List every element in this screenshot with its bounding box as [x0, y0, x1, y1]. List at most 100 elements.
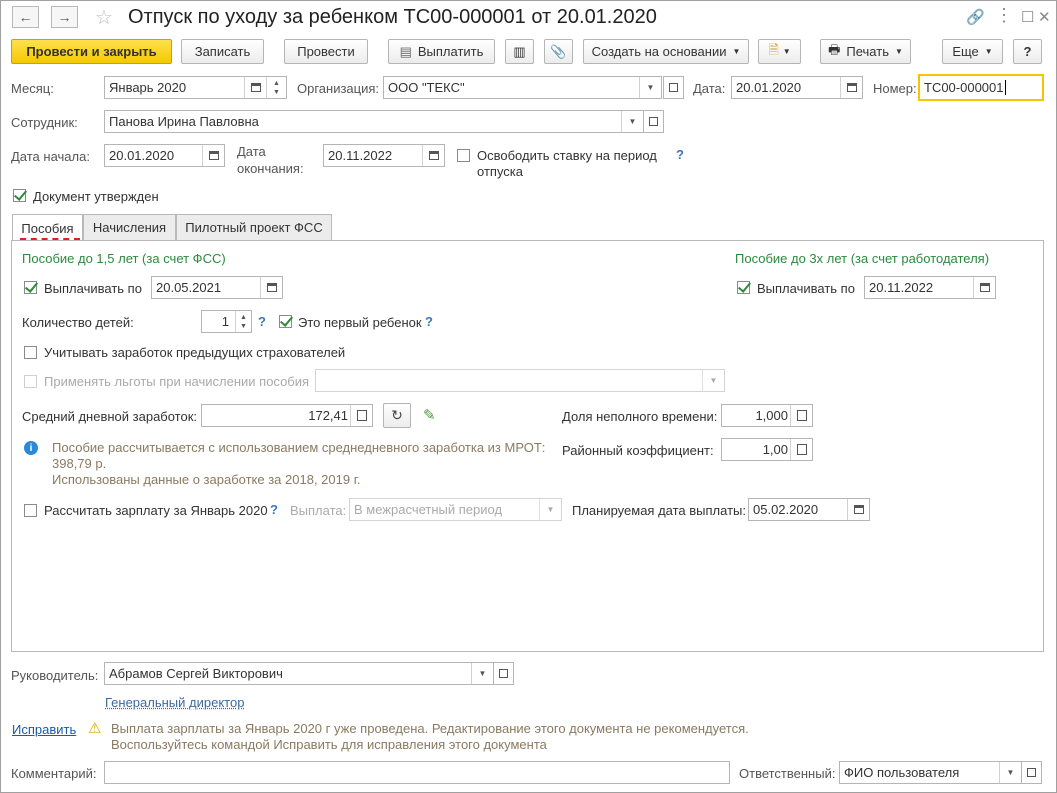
calendar-button[interactable]	[422, 145, 444, 166]
refresh-icon: ↻	[391, 407, 403, 423]
help-icon[interactable]: ?	[270, 502, 278, 517]
tab-benefits[interactable]: Пособия	[12, 214, 83, 241]
org-field[interactable]: ООО "ТЕКС" ▼	[383, 76, 662, 99]
post-button[interactable]: Провести	[284, 39, 368, 64]
refresh-button[interactable]: ↻	[383, 403, 411, 428]
post-and-close-button[interactable]: Провести и закрыть	[11, 39, 172, 64]
pencil-icon[interactable]: ✎	[423, 406, 436, 424]
avg-earnings-field[interactable]: 172,41	[201, 404, 373, 427]
help-button[interactable]: ?	[1013, 39, 1042, 64]
close-icon[interactable]: ✕	[1038, 8, 1051, 26]
employee-open-button[interactable]	[643, 110, 664, 133]
create-based-on-button[interactable]: Создать на основании ▼	[583, 39, 749, 64]
children-count-field[interactable]: 1 ▲ ▼	[201, 310, 252, 333]
privileges-checkbox[interactable]	[24, 375, 37, 388]
payout-label: Выплата:	[290, 503, 347, 518]
responsible-open-button[interactable]	[1021, 761, 1042, 784]
approved-label: Документ утвержден	[33, 189, 159, 204]
chevron-down-icon: ▼	[478, 669, 487, 678]
comment-field[interactable]	[104, 761, 730, 784]
pay-until-employer-field[interactable]: 20.11.2022	[864, 276, 996, 299]
end-date-field[interactable]: 20.11.2022	[323, 144, 445, 167]
pay-until-employer-label: Выплачивать по	[757, 281, 855, 296]
children-spin-button[interactable]: ▲ ▼	[235, 311, 251, 332]
pay-until-field[interactable]: 20.05.2021	[151, 276, 283, 299]
planned-date-field[interactable]: 05.02.2020	[748, 498, 870, 521]
dropdown-button[interactable]: ▼	[999, 762, 1021, 783]
maximize-icon[interactable]: ☐	[1021, 8, 1034, 26]
calculator-button[interactable]	[790, 405, 812, 426]
list-button[interactable]: ▥	[505, 39, 534, 64]
employer-heading: Пособие до 3х лет (за счет работодателя)	[735, 251, 990, 266]
employee-field[interactable]: Панова Ирина Павловна ▼	[104, 110, 644, 133]
save-button[interactable]: Записать	[181, 39, 264, 64]
manager-field[interactable]: Абрамов Сергей Викторович ▼	[104, 662, 494, 685]
chevron-down-icon: ▼	[546, 505, 555, 514]
attach-button[interactable]: 📎	[544, 39, 573, 64]
approved-checkbox[interactable]	[13, 189, 26, 202]
date-field[interactable]: 20.01.2020	[731, 76, 863, 99]
tab-fss-pilot[interactable]: Пилотный проект ФСС	[176, 214, 332, 240]
tab-accruals[interactable]: Начисления	[83, 214, 176, 240]
responsible-field[interactable]: ФИО пользователя ▼	[839, 761, 1022, 784]
calc-salary-checkbox[interactable]	[24, 504, 37, 517]
forward-button[interactable]: →	[51, 6, 78, 28]
dropdown-button[interactable]: ▼	[471, 663, 493, 684]
calendar-button[interactable]	[847, 499, 869, 520]
print-button[interactable]: 🖶 Печать ▼	[820, 39, 911, 64]
number-field[interactable]: ТС00-000001	[918, 74, 1044, 101]
avg-earnings-label: Средний дневной заработок:	[22, 409, 198, 424]
calculator-button[interactable]	[790, 439, 812, 460]
pay-until-checkbox[interactable]	[24, 281, 37, 294]
calculator-icon	[796, 410, 807, 421]
start-date-field[interactable]: 20.01.2020	[104, 144, 225, 167]
privileges-label: Применять льготы при начислении пособия	[44, 374, 310, 389]
more-button[interactable]: Еще ▼	[942, 39, 1003, 64]
manager-position-link[interactable]: Генеральный директор	[105, 695, 244, 710]
privileges-select[interactable]: ▼	[315, 369, 725, 392]
help-icon[interactable]: ?	[676, 147, 684, 162]
chevron-down-icon: ▼	[628, 117, 637, 126]
calculator-button[interactable]	[350, 405, 372, 426]
payout-select[interactable]: В межрасчетный период ▼	[349, 498, 562, 521]
info-line1: Пособие рассчитывается с использованием …	[52, 440, 546, 455]
more-vertical-icon[interactable]: ⋮	[995, 5, 1013, 26]
documents-button[interactable]: 🗎 ▼	[758, 39, 801, 64]
calendar-button[interactable]	[840, 77, 862, 98]
month-spin-button[interactable]: ▲ ▼	[266, 77, 286, 98]
prev-insurers-checkbox[interactable]	[24, 346, 37, 359]
part-time-field[interactable]: 1,000	[721, 404, 813, 427]
pay-until-employer-checkbox[interactable]	[737, 281, 750, 294]
back-button[interactable]: ←	[12, 6, 39, 28]
children-count-label: Количество детей:	[22, 315, 134, 330]
calendar-icon	[208, 151, 219, 160]
org-open-button[interactable]	[663, 76, 684, 99]
calendar-button[interactable]	[244, 77, 266, 98]
calendar-button[interactable]	[260, 277, 282, 298]
help-icon[interactable]: ?	[425, 314, 433, 329]
star-icon[interactable]: ☆	[95, 5, 113, 30]
calendar-icon	[428, 151, 439, 160]
manager-open-button[interactable]	[493, 662, 514, 685]
calendar-button[interactable]	[973, 277, 995, 298]
start-date-label: Дата начала:	[11, 149, 90, 164]
fix-link[interactable]: Исправить	[12, 722, 76, 737]
regional-field[interactable]: 1,00	[721, 438, 813, 461]
employee-label: Сотрудник:	[11, 115, 78, 130]
date-label: Дата:	[693, 81, 726, 96]
calendar-button[interactable]	[202, 145, 224, 166]
help-icon[interactable]: ?	[258, 314, 266, 329]
free-rate-checkbox[interactable]	[457, 149, 470, 162]
open-icon	[1027, 768, 1036, 777]
org-label: Организация:	[297, 81, 380, 96]
dropdown-button[interactable]: ▼	[639, 77, 661, 98]
pay-button[interactable]: ▤ Выплатить	[388, 39, 495, 64]
dropdown-button[interactable]: ▼	[702, 370, 724, 391]
dropdown-button[interactable]: ▼	[539, 499, 561, 520]
info-line2: 398,79 р.	[52, 456, 107, 471]
page-title: Отпуск по уходу за ребенком ТС00-000001 …	[128, 6, 657, 28]
dropdown-button[interactable]: ▼	[621, 111, 643, 132]
first-child-checkbox[interactable]	[279, 315, 292, 328]
link-icon[interactable]: 🔗	[966, 8, 985, 26]
month-field[interactable]: Январь 2020 ▲ ▼	[104, 76, 287, 99]
